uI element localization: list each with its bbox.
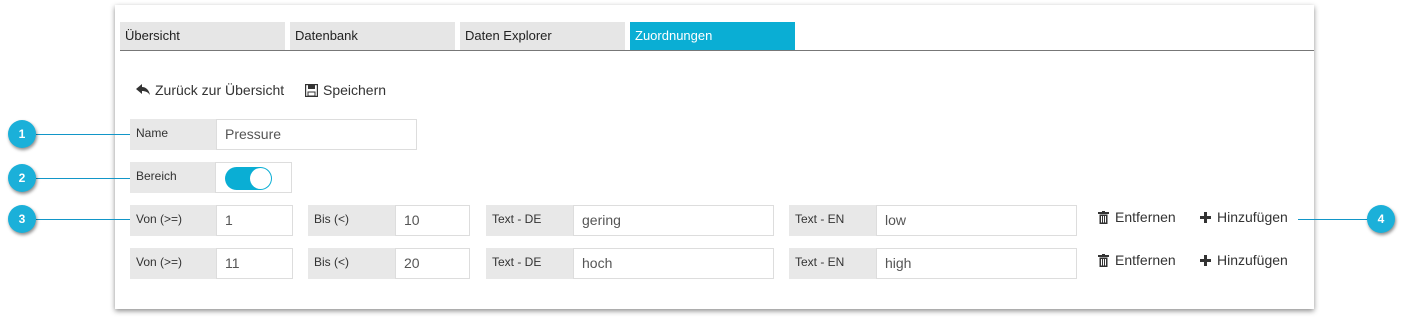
tab-zuordnungen[interactable]: Zuordnungen <box>630 22 795 50</box>
von-input[interactable]: 1 <box>216 205 293 236</box>
text-en-input[interactable]: high <box>876 248 1077 279</box>
text-en-input[interactable]: low <box>876 205 1077 236</box>
trash-icon <box>1098 253 1109 267</box>
bis-input[interactable]: 20 <box>395 248 470 279</box>
von-label: Von (>=) <box>130 205 216 236</box>
text-de-input[interactable]: hoch <box>573 248 774 279</box>
name-label: Name <box>130 119 216 150</box>
callout-badge-3: 3 <box>8 205 36 233</box>
add-label: Hinzufügen <box>1217 209 1288 225</box>
add-label: Hinzufügen <box>1217 252 1288 268</box>
remove-label: Entfernen <box>1115 252 1176 268</box>
remove-button[interactable]: Entfernen <box>1098 209 1176 225</box>
callout-badge-4: 4 <box>1367 205 1395 233</box>
name-input[interactable]: Pressure <box>216 119 417 150</box>
mapping-panel: Übersicht Datenbank Daten Explorer Zuord… <box>115 5 1314 309</box>
text-de-label: Text - DE <box>486 248 573 279</box>
tab-uebersicht[interactable]: Übersicht <box>120 22 285 50</box>
von-input[interactable]: 11 <box>216 248 293 279</box>
plus-icon <box>1200 211 1211 223</box>
text-en-label: Text - EN <box>789 205 876 236</box>
add-button[interactable]: Hinzufügen <box>1200 209 1288 225</box>
back-to-overview-button[interactable]: Zurück zur Übersicht <box>136 82 284 98</box>
von-label: Von (>=) <box>130 248 216 279</box>
bereich-label: Bereich <box>130 162 216 193</box>
tab-bar: Übersicht Datenbank Daten Explorer Zuord… <box>120 22 1314 51</box>
callout-line <box>36 178 130 179</box>
callout-badge-1: 1 <box>8 120 36 148</box>
bis-label: Bis (<) <box>308 248 395 279</box>
toggle-knob <box>250 168 271 189</box>
trash-icon <box>1098 210 1109 224</box>
remove-button[interactable]: Entfernen <box>1098 252 1176 268</box>
text-de-input[interactable]: gering <box>573 205 774 236</box>
back-label: Zurück zur Übersicht <box>155 82 285 98</box>
text-en-label: Text - EN <box>789 248 876 279</box>
plus-icon <box>1200 254 1211 266</box>
save-label: Speichern <box>323 82 387 98</box>
callout-badge-2: 2 <box>8 164 36 192</box>
callout-line <box>36 134 130 135</box>
bis-input[interactable]: 10 <box>395 205 470 236</box>
reply-arrow-icon <box>136 84 150 95</box>
bereich-toggle-container <box>215 162 292 193</box>
bis-label: Bis (<) <box>308 205 395 236</box>
callout-line <box>1298 219 1368 220</box>
remove-label: Entfernen <box>1115 209 1176 225</box>
callout-line <box>36 219 130 220</box>
add-button[interactable]: Hinzufügen <box>1200 252 1288 268</box>
floppy-disk-icon <box>305 83 318 97</box>
bereich-toggle[interactable] <box>225 167 272 190</box>
save-button[interactable]: Speichern <box>305 82 386 98</box>
text-de-label: Text - DE <box>486 205 573 236</box>
tab-daten-explorer[interactable]: Daten Explorer <box>460 22 625 50</box>
tab-datenbank[interactable]: Datenbank <box>290 22 455 50</box>
